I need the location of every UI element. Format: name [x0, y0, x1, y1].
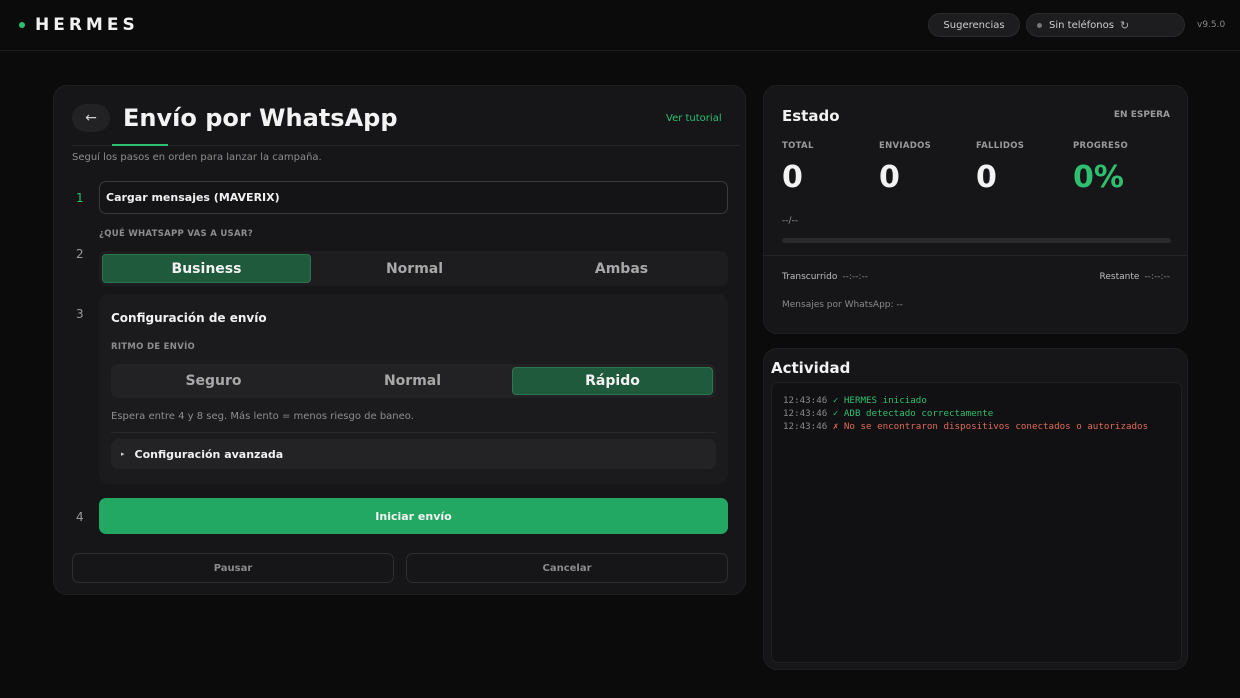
back-button[interactable]: ← — [72, 104, 110, 132]
whatsapp-type-selector: Business Normal Ambas — [99, 251, 728, 286]
status-title: Estado — [782, 107, 840, 125]
suggestions-button[interactable]: Sugerencias — [928, 13, 1020, 37]
phones-status-button[interactable]: Sin teléfonos ↻ — [1026, 13, 1185, 37]
title-divider — [72, 145, 740, 146]
status-badge: EN ESPERA — [1113, 110, 1170, 120]
log-timestamp: 12:43:46 — [783, 395, 828, 406]
brand-logo: HERMES — [35, 15, 139, 35]
wait-hint: Espera entre 4 y 8 seg. Más lento = meno… — [111, 411, 414, 422]
send-config-title: Configuración de envío — [111, 311, 267, 325]
whatsapp-option-normal[interactable]: Normal — [311, 254, 518, 283]
rhythm-option-fast[interactable]: Rápido — [512, 367, 713, 395]
log-line: 12:43:46 ✓ ADB detectado correctamente — [783, 407, 1170, 420]
config-divider — [111, 432, 716, 433]
whatsapp-question-label: ¿QUÉ WHATSAPP VAS A USAR? — [99, 229, 253, 239]
whatsapp-send-panel: ← Envío por WhatsApp Ver tutorial Seguí … — [53, 85, 746, 595]
page-title: Envío por WhatsApp — [123, 104, 398, 132]
stat-sent-label: ENVIADOS — [879, 141, 932, 151]
elapsed-label: Transcurrido — [782, 272, 838, 282]
send-config-section: Configuración de envío RITMO DE ENVÍO Se… — [99, 294, 728, 484]
title-underline — [112, 144, 168, 146]
advanced-config-toggle[interactable]: ▸ Configuración avanzada — [111, 439, 716, 469]
stat-total: TOTAL 0 — [782, 141, 814, 195]
stat-progress: PROGRESO 0% — [1073, 141, 1128, 195]
step-number-1: 1 — [76, 191, 84, 205]
log-message: ✓ HERMES iniciado — [832, 395, 927, 406]
stat-progress-value: 0% — [1073, 160, 1124, 195]
rhythm-label: RITMO DE ENVÍO — [111, 342, 196, 352]
refresh-icon[interactable]: ↻ — [1120, 19, 1129, 32]
brand-status-dot — [19, 22, 25, 28]
rhythm-selector: Seguro Normal Rápido — [111, 364, 716, 398]
load-messages-button[interactable]: Cargar mensajes (MAVERIX) — [99, 181, 728, 214]
activity-log[interactable]: 12:43:46 ✓ HERMES iniciado 12:43:46 ✓ AD… — [771, 382, 1182, 663]
page-subtitle: Seguí los pasos en orden para lanzar la … — [72, 152, 322, 163]
phones-status-dot — [1037, 22, 1042, 28]
stat-progress-label: PROGRESO — [1073, 141, 1129, 151]
messages-per-whatsapp: Mensajes por WhatsApp: -- — [782, 300, 903, 310]
whatsapp-option-both[interactable]: Ambas — [518, 254, 725, 283]
stat-sent-value: 0 — [879, 160, 900, 195]
status-divider — [764, 255, 1187, 256]
rhythm-option-safe[interactable]: Seguro — [114, 367, 313, 395]
stat-sent: ENVIADOS 0 — [879, 141, 931, 195]
top-bar: HERMES Sugerencias Sin teléfonos ↻ v9.5.… — [0, 0, 1240, 51]
status-panel: Estado EN ESPERA TOTAL 0 ENVIADOS 0 FALL… — [763, 85, 1188, 334]
eta-text: --/-- — [782, 216, 799, 226]
remaining-label: Restante — [1099, 272, 1140, 282]
caret-right-icon: ▸ — [121, 450, 125, 458]
log-message: ✓ ADB detectado correctamente — [832, 408, 994, 419]
log-line: 12:43:46 ✓ HERMES iniciado — [783, 394, 1170, 407]
elapsed-value: --:--:-- — [842, 272, 868, 282]
progress-bar — [782, 238, 1171, 243]
log-timestamp: 12:43:46 — [783, 421, 828, 432]
stat-failed-value: 0 — [976, 160, 997, 195]
log-line: 12:43:46 ✗ No se encontraron dispositivo… — [783, 420, 1170, 433]
start-send-button[interactable]: Iniciar envío — [99, 498, 728, 534]
remaining-time: Restante --:--:-- — [1100, 272, 1170, 282]
elapsed-time: Transcurrido --:--:-- — [782, 272, 868, 282]
remaining-value: --:--:-- — [1144, 272, 1170, 282]
log-message: ✗ No se encontraron dispositivos conecta… — [832, 421, 1149, 432]
phones-status-label: Sin teléfonos — [1049, 19, 1114, 31]
tutorial-link[interactable]: Ver tutorial — [666, 113, 722, 124]
advanced-config-label: Configuración avanzada — [134, 447, 284, 461]
stat-failed: FALLIDOS 0 — [976, 141, 1024, 195]
pause-button[interactable]: Pausar — [72, 553, 394, 583]
arrow-left-icon: ← — [85, 110, 97, 126]
stat-total-label: TOTAL — [782, 141, 814, 151]
activity-title: Actividad — [771, 359, 851, 377]
app-version: v9.5.0 — [1197, 20, 1226, 30]
step-number-4: 4 — [76, 510, 84, 524]
step-number-2: 2 — [76, 247, 84, 261]
whatsapp-option-business[interactable]: Business — [102, 254, 311, 283]
cancel-button[interactable]: Cancelar — [406, 553, 728, 583]
stat-total-value: 0 — [782, 160, 803, 195]
rhythm-option-normal[interactable]: Normal — [313, 367, 512, 395]
step-number-3: 3 — [76, 307, 84, 321]
activity-panel: Actividad 12:43:46 ✓ HERMES iniciado 12:… — [763, 348, 1188, 670]
stat-failed-label: FALLIDOS — [976, 141, 1025, 151]
log-timestamp: 12:43:46 — [783, 408, 828, 419]
